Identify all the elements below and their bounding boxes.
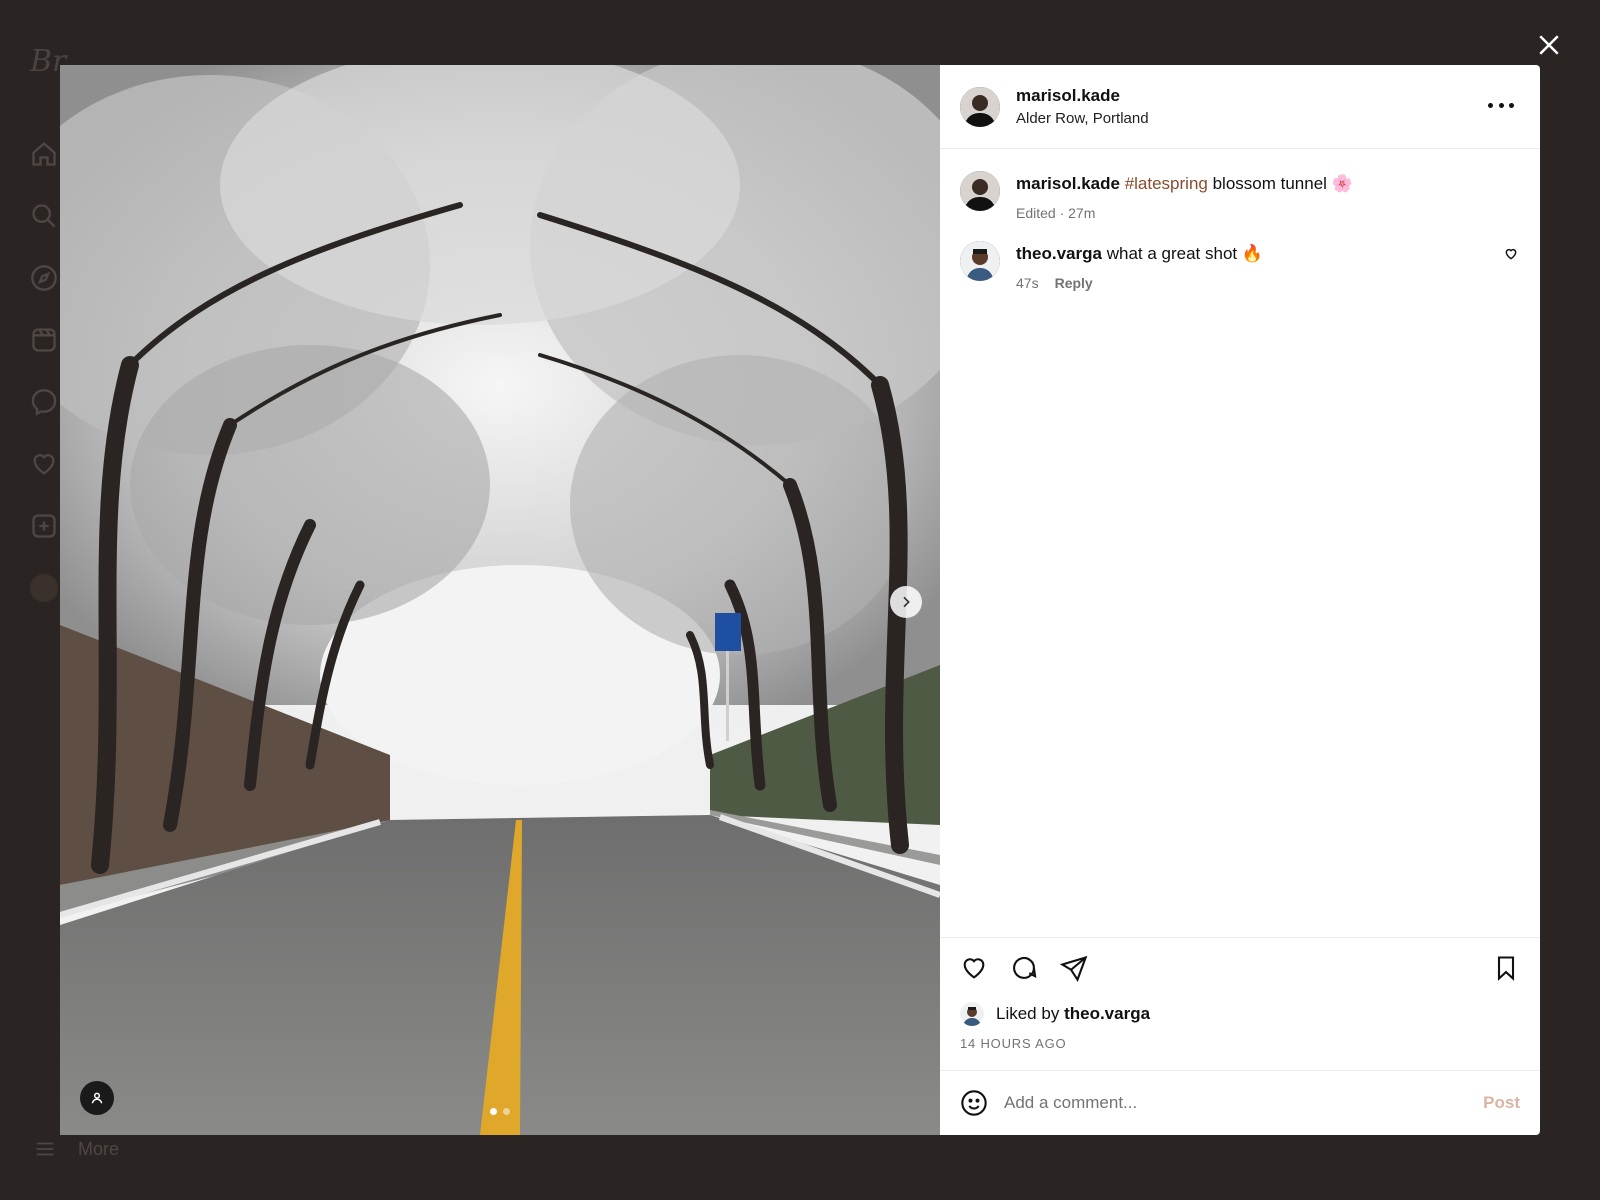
profile-avatar [30, 574, 58, 602]
more-options-button[interactable] [1488, 95, 1514, 115]
heart-icon [963, 958, 985, 979]
liked-by-label: Liked by [996, 1004, 1060, 1023]
explore-icon [30, 264, 58, 292]
post-photo [60, 65, 940, 1135]
caption-hashtag[interactable]: #latespring [1125, 174, 1208, 193]
more-label: More [78, 1138, 120, 1159]
post-header: marisol.kade Alder Row, Portland [940, 65, 1540, 149]
search-icon [30, 202, 58, 230]
post-location[interactable]: Alder Row, Portland [1016, 110, 1149, 127]
emoji-button[interactable] [960, 1089, 988, 1117]
carousel-dot-2 [503, 1108, 510, 1115]
create-icon [30, 512, 58, 540]
close-icon [1539, 35, 1559, 55]
comment-icon [1013, 957, 1037, 979]
comment-input[interactable] [1004, 1093, 1484, 1113]
home-icon [30, 140, 58, 168]
comment-time: 47s [1016, 275, 1039, 291]
post-media [60, 65, 940, 1135]
author-avatar[interactable] [960, 86, 1000, 127]
comment-composer: Post [940, 1070, 1540, 1135]
emoji-icon [961, 1090, 987, 1116]
tagged-people-button[interactable] [80, 1081, 114, 1115]
liker-avatar[interactable] [960, 1002, 984, 1026]
comment-item: theo.varga what a great shot 🔥 47s Reply [960, 241, 1520, 291]
bookmark-icon [1497, 956, 1515, 981]
menu-icon [36, 1142, 54, 1156]
share-button[interactable] [1059, 954, 1088, 983]
carousel-dot-1 [490, 1108, 497, 1115]
comment-like-button[interactable] [1504, 247, 1518, 261]
action-bar [960, 954, 1520, 983]
save-button[interactable] [1492, 954, 1518, 982]
comment-text: what a great shot 🔥 [1106, 244, 1264, 263]
user-icon [91, 1092, 103, 1104]
like-button[interactable] [960, 954, 988, 982]
dot-icon [1498, 102, 1504, 108]
caption-text: blossom tunnel 🌸 [1212, 174, 1353, 193]
post-modal: marisol.kade Alder Row, Portland marisol… [60, 65, 1540, 1135]
close-button[interactable] [1534, 30, 1564, 60]
caption-username[interactable]: marisol.kade [1016, 174, 1120, 193]
comment-button[interactable] [1010, 954, 1038, 982]
liked-by-user[interactable]: theo.varga [1064, 1004, 1150, 1023]
messenger-icon [30, 388, 58, 416]
background-sidebar [30, 140, 60, 636]
dot-icon [1488, 102, 1493, 108]
post-timestamp[interactable]: 14 HOURS AGO [960, 1036, 1520, 1051]
comment-username[interactable]: theo.varga [1016, 244, 1102, 263]
caption: marisol.kade #latespring blossom tunnel … [960, 171, 1520, 221]
chevron-right-icon [903, 596, 910, 608]
heart-icon [30, 450, 58, 478]
dot-icon [1509, 102, 1514, 108]
heart-icon [1505, 248, 1517, 260]
post-sidebar: marisol.kade Alder Row, Portland marisol… [940, 65, 1540, 1135]
reels-icon [30, 326, 58, 354]
background-more-menu: More [34, 1138, 119, 1160]
reply-button[interactable]: Reply [1055, 275, 1093, 291]
carousel-next-button[interactable] [890, 586, 922, 618]
caption-avatar[interactable] [960, 171, 1000, 211]
caption-meta: Edited · 27m [1016, 205, 1096, 221]
commenter-avatar[interactable] [960, 241, 1000, 281]
liked-by-row: Liked by theo.varga [960, 1002, 1520, 1026]
send-icon [1059, 955, 1088, 983]
author-username[interactable]: marisol.kade [1016, 86, 1149, 106]
post-actions-area: Liked by theo.varga 14 HOURS AGO [940, 937, 1540, 1070]
post-comment-button[interactable]: Post [1483, 1093, 1520, 1113]
comments-list: marisol.kade #latespring blossom tunnel … [940, 149, 1540, 937]
carousel-indicator [490, 1108, 510, 1115]
